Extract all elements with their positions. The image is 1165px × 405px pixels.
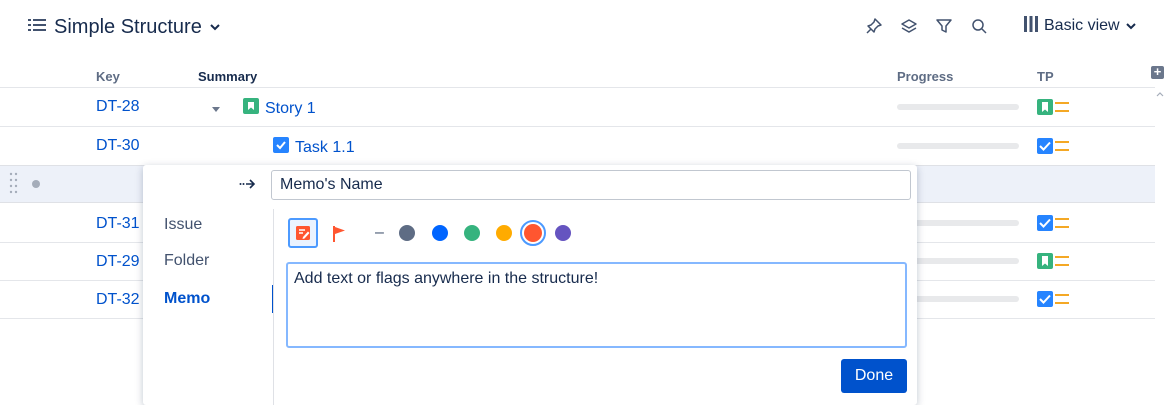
drag-handle-icon[interactable] [9, 171, 19, 202]
column-header-key[interactable]: Key [96, 69, 120, 84]
row-summary: Task 1.1 [273, 137, 355, 158]
column-header-tp[interactable]: TP [1037, 69, 1054, 84]
expand-caret-icon[interactable] [211, 100, 221, 118]
issue-key[interactable]: DT-30 [96, 137, 140, 155]
color-option-green[interactable] [464, 225, 480, 241]
summary-text[interactable]: Story 1 [265, 100, 316, 118]
summary-text[interactable]: Task 1.1 [295, 139, 355, 157]
tp-cell [1037, 138, 1069, 154]
layers-icon[interactable] [897, 13, 921, 39]
row-summary: Story 1 [211, 98, 316, 119]
color-option-yellow[interactable] [496, 225, 512, 241]
scrollbar[interactable] [1155, 88, 1165, 405]
item-name-input[interactable] [271, 170, 911, 200]
priority-medium-icon [1055, 218, 1069, 228]
structure-list-icon [28, 18, 46, 37]
task-icon [273, 137, 289, 158]
tp-cell [1037, 291, 1069, 307]
tab-folder[interactable]: Folder [164, 252, 209, 270]
search-icon[interactable] [967, 13, 991, 39]
priority-medium-icon [1055, 294, 1069, 304]
priority-medium-icon [1055, 102, 1069, 112]
view-label: Basic view [1044, 17, 1120, 34]
task-icon [1037, 291, 1053, 307]
pin-icon[interactable] [862, 13, 886, 39]
view-selector[interactable]: Basic view [1024, 13, 1136, 39]
tp-cell [1037, 99, 1069, 115]
story-icon [1037, 99, 1053, 115]
tab-memo[interactable]: Memo [164, 290, 210, 308]
add-item-popup: Issue Folder Memo – Add text or flags an… [143, 165, 917, 405]
columns-icon [1024, 15, 1038, 37]
priority-medium-icon [1055, 256, 1069, 266]
issue-key[interactable]: DT-28 [96, 98, 140, 116]
issue-key[interactable]: DT-31 [96, 215, 140, 233]
story-icon [1037, 253, 1053, 269]
color-option-blue[interactable] [432, 225, 448, 241]
memo-icon [296, 226, 310, 240]
column-header-progress[interactable]: Progress [897, 69, 953, 84]
chevron-down-icon [1125, 17, 1136, 35]
table-row[interactable]: DT-28 Story 1 [0, 88, 1155, 126]
priority-medium-icon [1055, 141, 1069, 151]
tp-cell [1037, 253, 1069, 269]
issue-key[interactable]: DT-29 [96, 253, 140, 271]
flag-icon[interactable] [332, 225, 346, 248]
progress-bar [897, 143, 1019, 149]
table-row[interactable]: DT-30 Task 1.1 [0, 127, 1155, 165]
color-option-gray[interactable] [399, 225, 415, 241]
structure-title-dropdown[interactable]: Simple Structure [28, 14, 220, 40]
issue-key[interactable]: DT-32 [96, 291, 140, 309]
add-column-icon[interactable]: + [1151, 65, 1164, 79]
row-bullet-icon [32, 180, 40, 188]
done-button[interactable]: Done [841, 359, 907, 393]
color-option-purple[interactable] [555, 225, 571, 241]
arrow-right-icon [239, 177, 257, 196]
no-color-option[interactable]: – [375, 224, 384, 242]
chevron-down-icon [210, 18, 220, 36]
filter-icon[interactable] [932, 13, 956, 39]
story-icon [243, 98, 259, 119]
memo-icon-button[interactable] [288, 218, 318, 248]
task-icon [1037, 138, 1053, 154]
popup-divider [273, 209, 274, 405]
structure-title: Simple Structure [54, 15, 202, 38]
tp-cell [1037, 215, 1069, 231]
column-header-summary[interactable]: Summary [198, 69, 257, 84]
selected-color-swatch [524, 224, 542, 242]
task-icon [1037, 215, 1053, 231]
memo-text-area[interactable]: Add text or flags anywhere in the struct… [286, 262, 907, 348]
color-option-red-selected[interactable] [520, 220, 546, 246]
tab-issue[interactable]: Issue [164, 216, 202, 234]
progress-bar [897, 104, 1019, 110]
